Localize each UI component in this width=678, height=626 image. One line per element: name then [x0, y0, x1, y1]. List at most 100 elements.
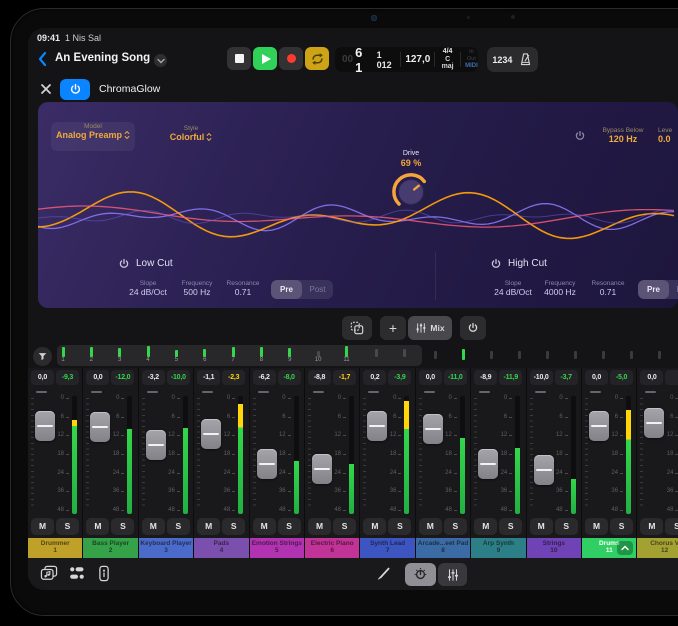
- back-button[interactable]: [36, 50, 50, 68]
- highcut-resonance[interactable]: Resonance 0.71: [587, 280, 629, 297]
- mute-button[interactable]: M: [253, 518, 276, 535]
- post-button[interactable]: Post: [302, 280, 333, 299]
- smart-controls-button[interactable]: [405, 563, 436, 586]
- level-value[interactable]: -5,0: [610, 370, 633, 385]
- highcut-slope[interactable]: Slope 24 dB/Oct: [487, 280, 539, 297]
- volume-value[interactable]: 0,0: [86, 370, 109, 385]
- solo-button[interactable]: S: [499, 518, 522, 535]
- pan-indicator[interactable]: [590, 391, 601, 393]
- mixer-view-button[interactable]: [438, 563, 467, 586]
- style-selector[interactable]: Style Colorful: [156, 125, 226, 142]
- level-value[interactable]: -1,7: [333, 370, 356, 385]
- cycle-button[interactable]: [305, 47, 329, 70]
- level-value[interactable]: -2,3: [222, 370, 245, 385]
- volume-value[interactable]: -3,2: [142, 370, 165, 385]
- lowcut-power-button[interactable]: [118, 257, 130, 275]
- fader-handle[interactable]: [367, 411, 387, 441]
- fader-handle[interactable]: [478, 449, 498, 479]
- solo-button[interactable]: S: [388, 518, 411, 535]
- add-track-button[interactable]: +: [380, 316, 406, 340]
- pre-button[interactable]: Pre: [638, 280, 669, 299]
- volume-value[interactable]: -8,8: [308, 370, 331, 385]
- pan-indicator[interactable]: [313, 391, 324, 393]
- fader-handle[interactable]: [201, 419, 221, 449]
- volume-value[interactable]: 0,0: [640, 370, 663, 385]
- mute-button[interactable]: M: [31, 518, 54, 535]
- solo-button[interactable]: S: [610, 518, 633, 535]
- track-label[interactable]: Pads4: [194, 538, 248, 558]
- filter-tracks-button[interactable]: [33, 347, 52, 366]
- song-title-menu-button[interactable]: [154, 54, 167, 67]
- track-label[interactable]: Chorus V12: [637, 538, 678, 558]
- count-in-button[interactable]: 1234: [492, 55, 512, 65]
- fader-handle[interactable]: [589, 411, 609, 441]
- volume-value[interactable]: -10,0: [530, 370, 553, 385]
- mixer-power-button[interactable]: [460, 316, 486, 340]
- pan-indicator[interactable]: [91, 391, 102, 393]
- mute-button[interactable]: M: [530, 518, 553, 535]
- track-label[interactable]: Drummer1: [28, 538, 82, 558]
- track-label[interactable]: Arcade...eet Pad8: [416, 538, 470, 558]
- track-label[interactable]: Emotion Strings5: [250, 538, 304, 558]
- mute-button[interactable]: M: [197, 518, 220, 535]
- close-plugin-button[interactable]: [40, 82, 52, 100]
- level-value[interactable]: -11,9: [499, 370, 522, 385]
- track-label[interactable]: Keyboard Player3: [139, 538, 193, 558]
- fader-handle[interactable]: [90, 412, 110, 442]
- mute-button[interactable]: M: [474, 518, 497, 535]
- mute-button[interactable]: M: [585, 518, 608, 535]
- edit-pencil-button[interactable]: [375, 565, 391, 586]
- song-title[interactable]: An Evening Song: [55, 52, 150, 64]
- pan-indicator[interactable]: [202, 391, 213, 393]
- pan-indicator[interactable]: [645, 391, 656, 393]
- level-value[interactable]: -11,0: [444, 370, 467, 385]
- pan-indicator[interactable]: [368, 391, 379, 393]
- solo-button[interactable]: S: [56, 518, 79, 535]
- volume-value[interactable]: 0,0: [419, 370, 442, 385]
- solo-button[interactable]: S: [111, 518, 134, 535]
- fader-handle[interactable]: [146, 430, 166, 460]
- fader-handle[interactable]: [312, 454, 332, 484]
- fader-handle[interactable]: [534, 455, 554, 485]
- track-label[interactable]: Arp Synth9: [471, 538, 525, 558]
- lowcut-frequency[interactable]: Frequency 500 Hz: [176, 280, 218, 297]
- level-value[interactable]: [665, 370, 678, 385]
- pan-indicator[interactable]: [535, 391, 546, 393]
- highcut-power-button[interactable]: [490, 257, 502, 275]
- duplicate-button[interactable]: [342, 316, 372, 340]
- bypass-control[interactable]: Bypass Below 120 Hz: [591, 127, 655, 144]
- plugin-power-button[interactable]: [60, 79, 90, 100]
- solo-button[interactable]: S: [222, 518, 245, 535]
- play-button[interactable]: [253, 47, 277, 70]
- highcut-prepost-toggle[interactable]: Pre Post: [638, 280, 678, 299]
- loop-browser-button[interactable]: [40, 565, 58, 586]
- solo-button[interactable]: S: [665, 518, 678, 535]
- mute-button[interactable]: M: [419, 518, 442, 535]
- stop-button[interactable]: [227, 47, 251, 70]
- lowcut-resonance[interactable]: Resonance 0.71: [222, 280, 264, 297]
- fader-handle[interactable]: [257, 449, 277, 479]
- volume-value[interactable]: -8,9: [474, 370, 497, 385]
- mix-button[interactable]: Mix: [408, 316, 452, 340]
- lcd-display[interactable]: 00 6 1 1 012 127,0 4/4 C maj In Out MIDI: [335, 47, 478, 72]
- lowcut-prepost-toggle[interactable]: Pre Post: [271, 280, 333, 299]
- fader-handle[interactable]: [423, 414, 443, 444]
- level-value[interactable]: -12,0: [111, 370, 134, 385]
- level-value[interactable]: -3,7: [555, 370, 578, 385]
- mute-button[interactable]: M: [142, 518, 165, 535]
- pre-button[interactable]: Pre: [271, 280, 302, 299]
- lowcut-slope[interactable]: Slope 24 dB/Oct: [122, 280, 174, 297]
- volume-value[interactable]: 0,0: [31, 370, 54, 385]
- track-label[interactable]: Strings10: [527, 538, 581, 558]
- solo-button[interactable]: S: [167, 518, 190, 535]
- drive-control[interactable]: Drive 69 %: [383, 150, 439, 219]
- solo-button[interactable]: S: [555, 518, 578, 535]
- solo-button[interactable]: S: [444, 518, 467, 535]
- post-button[interactable]: Post: [669, 280, 678, 299]
- track-label[interactable]: Bass Player2: [83, 538, 137, 558]
- metronome-icon[interactable]: [518, 52, 533, 67]
- pan-indicator[interactable]: [147, 391, 158, 393]
- record-button[interactable]: [279, 47, 303, 70]
- mute-button[interactable]: M: [640, 518, 663, 535]
- bypass-power-button[interactable]: [574, 129, 586, 147]
